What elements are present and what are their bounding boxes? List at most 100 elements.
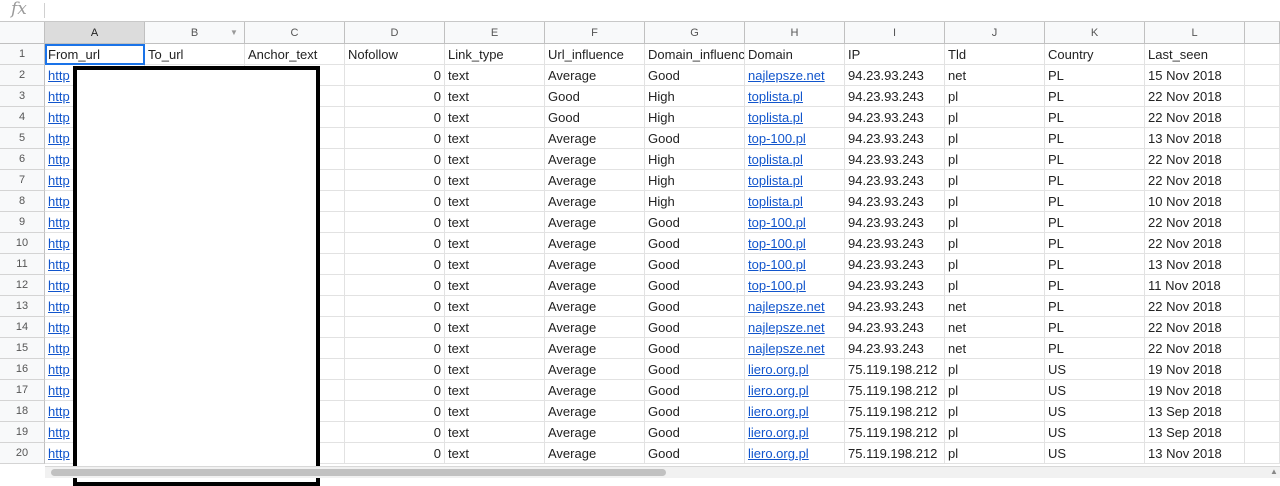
cell-country[interactable]: PL <box>1045 233 1145 254</box>
row-header[interactable]: 11 <box>0 254 45 275</box>
cell-country[interactable]: PL <box>1045 86 1145 107</box>
cell-ip[interactable]: 94.23.93.243 <box>845 107 945 128</box>
cell-url-influence[interactable]: Good <box>545 86 645 107</box>
cell-last-seen[interactable]: 22 Nov 2018 <box>1145 317 1245 338</box>
cell-ip[interactable]: 94.23.93.243 <box>845 86 945 107</box>
column-header-c[interactable]: C <box>245 22 345 44</box>
cell-tld[interactable]: pl <box>945 128 1045 149</box>
column-header-d[interactable]: D <box>345 22 445 44</box>
column-header-j[interactable]: J <box>945 22 1045 44</box>
column-header-k[interactable]: K <box>1045 22 1145 44</box>
cell-domain-influence[interactable]: Good <box>645 317 745 338</box>
row-header[interactable]: 18 <box>0 401 45 422</box>
cell-country[interactable]: US <box>1045 359 1145 380</box>
row-header[interactable]: 8 <box>0 191 45 212</box>
column-header-m[interactable] <box>1245 22 1280 44</box>
cell-ip[interactable]: 94.23.93.243 <box>845 128 945 149</box>
cell-nofollow[interactable]: 0 <box>345 296 445 317</box>
cell-link-type[interactable]: text <box>445 128 545 149</box>
cell-url-influence[interactable]: Average <box>545 275 645 296</box>
cell-domain-influence[interactable]: Good <box>645 275 745 296</box>
cell-country[interactable]: PL <box>1045 317 1145 338</box>
cell-empty[interactable] <box>1245 401 1280 422</box>
cell-last-seen[interactable]: 13 Sep 2018 <box>1145 401 1245 422</box>
cell-tld[interactable]: pl <box>945 107 1045 128</box>
cell-nofollow[interactable]: 0 <box>345 275 445 296</box>
cell-nofollow-header[interactable]: Nofollow <box>345 44 445 65</box>
column-header-l[interactable]: L <box>1145 22 1245 44</box>
cell-country[interactable]: PL <box>1045 275 1145 296</box>
cell-empty[interactable] <box>1245 212 1280 233</box>
cell-ip[interactable]: 94.23.93.243 <box>845 254 945 275</box>
cell-ip-header[interactable]: IP <box>845 44 945 65</box>
cell-url-influence[interactable]: Average <box>545 128 645 149</box>
cell-link-type[interactable]: text <box>445 254 545 275</box>
cell-url-influence[interactable]: Average <box>545 149 645 170</box>
cell-tld[interactable]: pl <box>945 254 1045 275</box>
cell-tld[interactable]: pl <box>945 359 1045 380</box>
cell-empty[interactable] <box>1245 191 1280 212</box>
cell-domain-influence[interactable]: Good <box>645 422 745 443</box>
cell-empty[interactable] <box>1245 422 1280 443</box>
cell-tld[interactable]: pl <box>945 212 1045 233</box>
cell-domain-influence[interactable]: Good <box>645 296 745 317</box>
row-header[interactable]: 17 <box>0 380 45 401</box>
cell-country[interactable]: PL <box>1045 107 1145 128</box>
cell-domain[interactable]: liero.org.pl <box>745 422 845 443</box>
row-header[interactable]: 15 <box>0 338 45 359</box>
cell-domain[interactable]: top-100.pl <box>745 254 845 275</box>
column-header-h[interactable]: H <box>745 22 845 44</box>
cell-ip[interactable]: 94.23.93.243 <box>845 149 945 170</box>
cell-last-seen[interactable]: 19 Nov 2018 <box>1145 380 1245 401</box>
cell-domain-influence[interactable]: Good <box>645 128 745 149</box>
cell-last-seen[interactable]: 22 Nov 2018 <box>1145 233 1245 254</box>
cell-ip[interactable]: 94.23.93.243 <box>845 170 945 191</box>
cell-link-type[interactable]: text <box>445 380 545 401</box>
row-header[interactable]: 16 <box>0 359 45 380</box>
cell-country[interactable]: PL <box>1045 149 1145 170</box>
column-header-e[interactable]: E <box>445 22 545 44</box>
cell-domain-influence[interactable]: Good <box>645 443 745 464</box>
row-header[interactable]: 10 <box>0 233 45 254</box>
cell-domain-influence[interactable]: Good <box>645 338 745 359</box>
cell-ip[interactable]: 94.23.93.243 <box>845 65 945 86</box>
cell-last-seen[interactable]: 13 Nov 2018 <box>1145 443 1245 464</box>
cell-empty[interactable] <box>1245 443 1280 464</box>
cell-tld[interactable]: pl <box>945 149 1045 170</box>
cell-nofollow[interactable]: 0 <box>345 317 445 338</box>
cell-domain[interactable]: top-100.pl <box>745 128 845 149</box>
cell-ip[interactable]: 94.23.93.243 <box>845 233 945 254</box>
cell-last-seen[interactable]: 22 Nov 2018 <box>1145 338 1245 359</box>
cell-to-url-header[interactable]: To_url <box>145 44 245 65</box>
cell-url-influence[interactable]: Average <box>545 338 645 359</box>
cell-last-seen[interactable]: 13 Nov 2018 <box>1145 128 1245 149</box>
cell-nofollow[interactable]: 0 <box>345 380 445 401</box>
cell-empty[interactable] <box>1245 338 1280 359</box>
cell-last-seen-header[interactable]: Last_seen <box>1145 44 1245 65</box>
cell-domain[interactable]: liero.org.pl <box>745 359 845 380</box>
cell-url-influence[interactable]: Average <box>545 170 645 191</box>
cell-domain-influence[interactable]: Good <box>645 254 745 275</box>
cell-domain[interactable]: top-100.pl <box>745 212 845 233</box>
cell-url-influence[interactable]: Average <box>545 359 645 380</box>
cell-domain[interactable]: toplista.pl <box>745 170 845 191</box>
cell-url-influence[interactable]: Average <box>545 233 645 254</box>
scroll-arrow-icon[interactable]: ▲ <box>1268 466 1280 478</box>
cell-url-influence[interactable]: Average <box>545 380 645 401</box>
column-header-f[interactable]: F <box>545 22 645 44</box>
cell-empty[interactable] <box>1245 233 1280 254</box>
cell-last-seen[interactable]: 22 Nov 2018 <box>1145 170 1245 191</box>
cell-nofollow[interactable]: 0 <box>345 149 445 170</box>
cell-tld[interactable]: pl <box>945 86 1045 107</box>
row-header[interactable]: 13 <box>0 296 45 317</box>
cell-country[interactable]: PL <box>1045 128 1145 149</box>
cell-country[interactable]: PL <box>1045 296 1145 317</box>
cell-domain-influence[interactable]: High <box>645 86 745 107</box>
cell-tld[interactable]: pl <box>945 422 1045 443</box>
cell-nofollow[interactable]: 0 <box>345 170 445 191</box>
cell-link-type[interactable]: text <box>445 170 545 191</box>
cell-domain[interactable]: toplista.pl <box>745 191 845 212</box>
cell-nofollow[interactable]: 0 <box>345 128 445 149</box>
cell-url-influence[interactable]: Average <box>545 401 645 422</box>
column-header-b[interactable]: B ▼ <box>145 22 245 44</box>
